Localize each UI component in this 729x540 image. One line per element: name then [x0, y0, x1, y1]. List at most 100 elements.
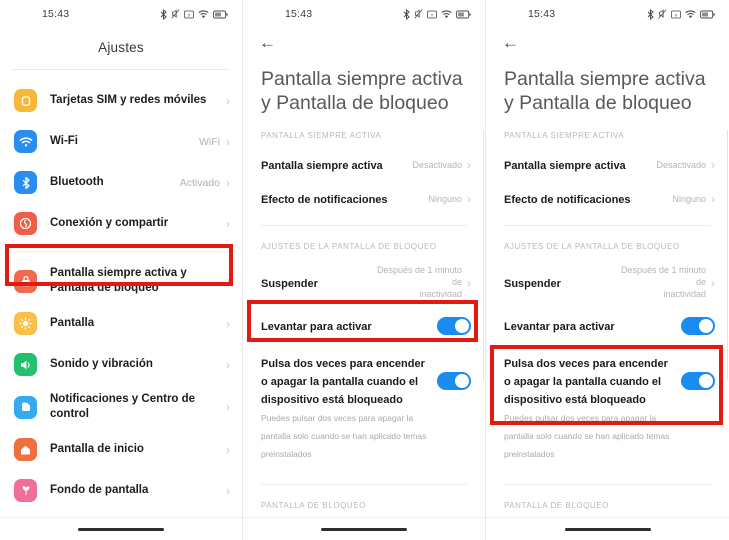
- status-bar: 15:43 x: [0, 0, 242, 28]
- row-label: Suspender: [261, 277, 318, 290]
- chevron-right-icon: ›: [226, 400, 230, 414]
- row-lift-to-wake[interactable]: Levantar para activar: [243, 306, 485, 346]
- settings-group-display: Pantalla siempre activa y Pantalla de bl…: [0, 259, 242, 540]
- mute-icon: [658, 9, 667, 19]
- wifi-icon: [441, 9, 452, 19]
- double-tap-wake-toggle[interactable]: [681, 372, 715, 391]
- sidebar-item-sim-cards[interactable]: Tarjetas SIM y redes móviles ›: [0, 80, 242, 121]
- row-label: Efecto de notificaciones: [261, 194, 388, 207]
- page-title: Pantalla siempre activa y Pantalla de bl…: [261, 68, 463, 115]
- sidebar-item-label: Pantalla: [50, 317, 95, 330]
- status-time: 15:43: [285, 8, 313, 20]
- sidebar-item-value: Activado: [179, 176, 220, 189]
- sidebar-item-sound-vibration[interactable]: Sonido y vibración ›: [0, 344, 242, 385]
- sidebar-item-label: Wi-Fi: [50, 135, 78, 148]
- chevron-right-icon: ›: [226, 216, 230, 231]
- row-sublabel: Puedes pulsar dos veces para apagar la p…: [504, 413, 670, 460]
- sidebar-item-label: Pantalla siempre activa y Pantalla de bl…: [50, 267, 187, 294]
- sidebar-item-label: Bluetooth: [50, 176, 104, 189]
- row-value: Después de 1 minuto de inactividad: [376, 265, 462, 299]
- brightness-icon: [14, 312, 37, 335]
- row-double-tap-wake[interactable]: Pulsa dos veces para encender o apagar l…: [243, 346, 485, 468]
- alarm-icon: x: [671, 10, 681, 19]
- row-label: Pulsa dos veces para encender o apagar l…: [261, 358, 425, 407]
- gesture-bar-area: [0, 518, 242, 540]
- battery-icon: [456, 10, 471, 19]
- battery-icon: [213, 10, 228, 19]
- settings-group-connectivity: Tarjetas SIM y redes móviles › Wi-Fi WiF…: [0, 80, 242, 244]
- row-label: Efecto de notificaciones: [504, 194, 631, 207]
- row-lift-to-wake[interactable]: Levantar para activar: [486, 306, 729, 346]
- sidebar-item-bluetooth[interactable]: Bluetooth Activado ›: [0, 162, 242, 203]
- sim-card-icon: [14, 89, 37, 112]
- gesture-bar-area: [486, 518, 729, 540]
- row-label: Suspender: [504, 277, 561, 290]
- battery-icon: [700, 10, 715, 19]
- back-arrow-icon: ←: [502, 33, 519, 52]
- mute-icon: [414, 9, 423, 19]
- toggle-knob: [699, 374, 713, 389]
- sidebar-item-notifications-control-center[interactable]: Notificaciones y Centro de control ›: [0, 385, 242, 429]
- bluetooth-icon: [647, 8, 654, 20]
- chevron-right-icon: ›: [226, 483, 230, 498]
- bluetooth-icon: [160, 8, 167, 20]
- wifi-icon: [14, 130, 37, 153]
- row-label: Pantalla siempre activa: [504, 160, 626, 173]
- alarm-icon: x: [184, 10, 194, 19]
- home-icon: [14, 438, 37, 461]
- chevron-right-icon: ›: [711, 158, 715, 173]
- scrollbar[interactable]: [482, 130, 484, 380]
- bluetooth-icon: [403, 8, 410, 20]
- alarm-icon: x: [427, 10, 437, 19]
- sidebar-item-label: Sonido y vibración: [50, 358, 153, 371]
- row-value: Después de 1 minuto de inactividad: [620, 265, 706, 299]
- back-button[interactable]: ←: [486, 28, 729, 53]
- gesture-bar-area: [243, 518, 485, 540]
- status-bar: 15:43 x: [486, 0, 729, 28]
- row-label: Pulsa dos veces para encender o apagar l…: [504, 358, 668, 407]
- toggle-knob: [699, 319, 713, 334]
- group-divider: [14, 251, 228, 252]
- sidebar-item-always-on-lock-screen[interactable]: Pantalla siempre activa y Pantalla de bl…: [0, 259, 242, 303]
- phone-screen-detail-double-tap: 15:43 x ← Pantalla siempre activa y Pant…: [486, 0, 729, 540]
- row-double-tap-wake[interactable]: Pulsa dos veces para encender o apagar l…: [486, 346, 729, 468]
- double-tap-wake-toggle[interactable]: [437, 372, 471, 391]
- row-sublabel: Puedes pulsar dos veces para apagar la p…: [261, 413, 427, 460]
- row-label: Levantar para activar: [261, 321, 372, 334]
- sidebar-item-display[interactable]: Pantalla ›: [0, 303, 242, 344]
- chevron-right-icon: ›: [467, 158, 471, 173]
- chevron-right-icon: ›: [711, 275, 715, 290]
- lock-screen-icon: [14, 269, 37, 293]
- wifi-icon: [685, 9, 696, 19]
- lift-to-wake-toggle[interactable]: [681, 317, 715, 336]
- sidebar-item-wifi[interactable]: Wi-Fi WiFi ›: [0, 121, 242, 162]
- chevron-right-icon: ›: [711, 192, 715, 207]
- back-arrow-icon: ←: [259, 33, 276, 52]
- chevron-right-icon: ›: [467, 192, 471, 207]
- chevron-right-icon: ›: [226, 316, 230, 331]
- row-sleep[interactable]: Suspender Después de 1 minuto de inactiv…: [243, 259, 485, 306]
- row-always-on-display[interactable]: Pantalla siempre activa Desactivado ›: [486, 148, 729, 182]
- lift-to-wake-toggle[interactable]: [437, 317, 471, 336]
- sidebar-item-label: Pantalla de inicio: [50, 443, 144, 456]
- svg-text:x: x: [188, 12, 191, 17]
- row-sleep[interactable]: Suspender Después de 1 minuto de inactiv…: [486, 259, 729, 306]
- back-button[interactable]: ←: [243, 28, 485, 53]
- wifi-icon: [198, 9, 209, 19]
- row-always-on-display[interactable]: Pantalla siempre activa Desactivado ›: [243, 148, 485, 182]
- home-gesture-bar[interactable]: [564, 527, 651, 531]
- row-notification-effect[interactable]: Efecto de notificaciones Ninguno ›: [486, 182, 729, 216]
- sidebar-item-connection-sharing[interactable]: Conexión y compartir ›: [0, 203, 242, 244]
- sidebar-item-home-screen[interactable]: Pantalla de inicio ›: [0, 429, 242, 470]
- home-gesture-bar[interactable]: [78, 527, 164, 531]
- share-connection-icon: [14, 212, 37, 235]
- row-value: Ninguno: [428, 193, 462, 204]
- svg-text:x: x: [675, 12, 678, 17]
- svg-text:x: x: [431, 12, 434, 17]
- status-icon-group: x: [160, 8, 228, 20]
- sidebar-item-wallpaper[interactable]: Fondo de pantalla ›: [0, 470, 242, 511]
- row-notification-effect[interactable]: Efecto de notificaciones Ninguno ›: [243, 182, 485, 216]
- home-gesture-bar[interactable]: [321, 527, 407, 531]
- three-phone-screenshots: 15:43 x Ajustes Tarjetas SIM y redes móv…: [0, 0, 729, 540]
- scrollbar[interactable]: [726, 130, 728, 380]
